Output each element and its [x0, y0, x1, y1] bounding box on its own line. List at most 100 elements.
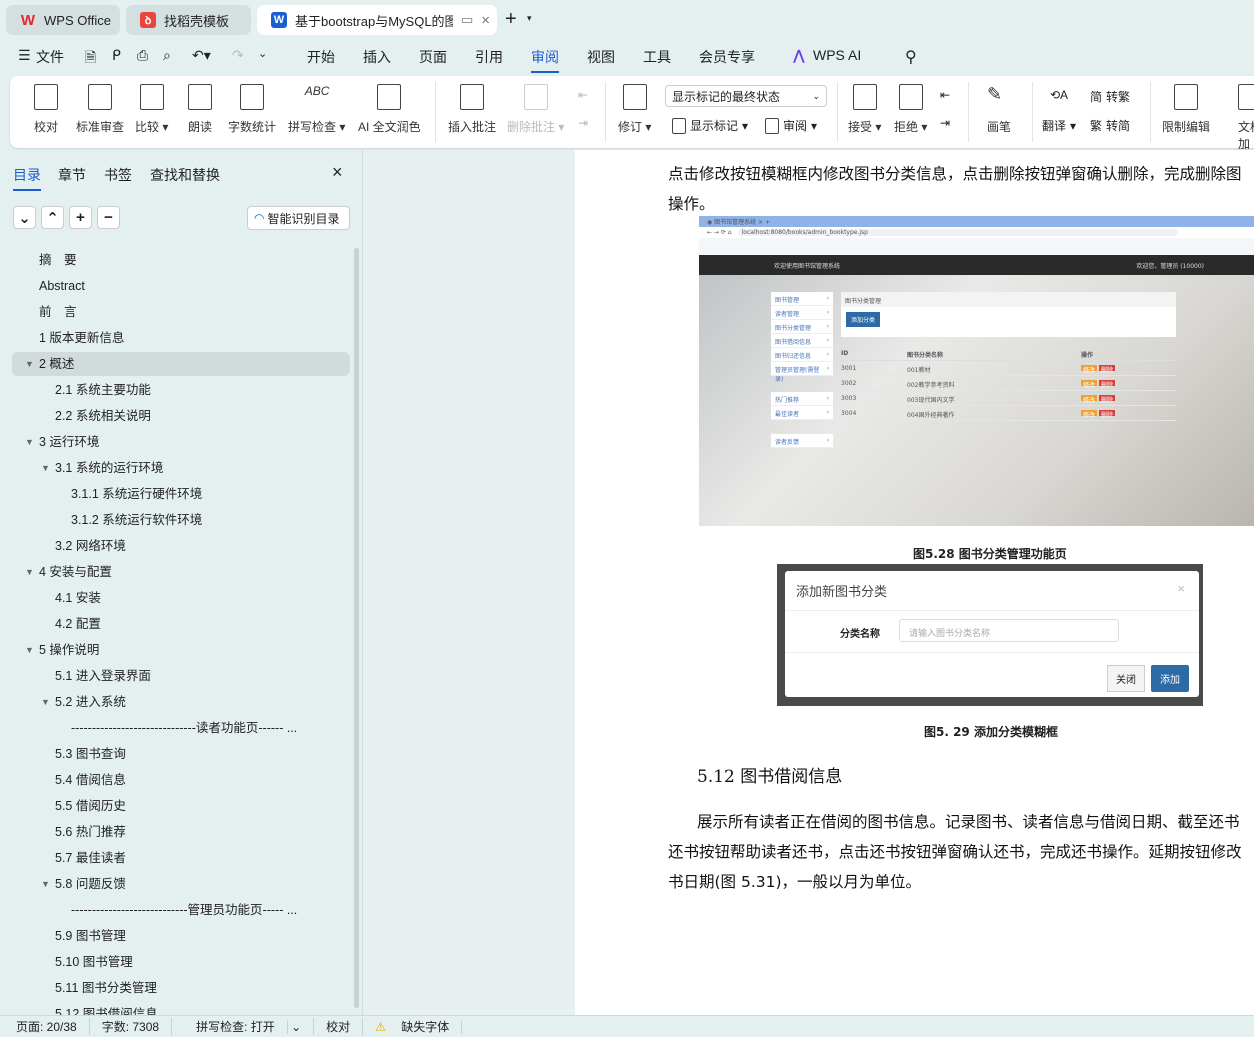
tab-document[interactable]: W 基于bootstrap与MySQL的图 ▭ × — [257, 5, 497, 35]
fig-menu-item: 图书管理 › — [771, 292, 833, 306]
prev-comment-icon[interactable]: ⇤ — [578, 88, 588, 102]
fig-table-row: 3004 004国外经典著作 修改 删除 — [841, 406, 1176, 421]
next-comment-icon[interactable]: ⇥ — [578, 116, 588, 130]
word-count[interactable]: 字数: 7308 — [90, 1018, 173, 1035]
menu-wps-ai[interactable]: WPS AI — [813, 47, 861, 63]
word-doc-icon: W — [271, 12, 287, 28]
doc-encrypt-button[interactable]: 文档加 — [1238, 84, 1254, 152]
tab-toc[interactable]: 目录 — [13, 165, 41, 191]
menu-reference[interactable]: 引用 — [475, 47, 503, 67]
tab-list-chevron-icon[interactable]: ▾ — [527, 13, 532, 24]
to-simplified-button[interactable]: 繁转简 — [1090, 117, 1130, 134]
menu-bar: ☰ 文件 🗎 ᑭ ⎙ ⌕ ↶▾ ↷ ⌄ 开始 插入 页面 引用 审阅 视图 工具… — [0, 38, 1254, 74]
close-tab-icon[interactable]: × — [481, 12, 490, 29]
track-changes-icon — [622, 84, 647, 110]
standard-review-button[interactable]: 标准审查 — [76, 84, 124, 135]
to-traditional-button[interactable]: 简转繁 — [1090, 88, 1130, 105]
tab-docer[interactable]: ꝺ 找稻壳模板 — [126, 5, 251, 35]
word-count-icon — [240, 84, 264, 110]
proofread-icon — [34, 84, 58, 110]
accept-icon — [852, 84, 877, 110]
collapse-down-button[interactable]: ⌄ — [13, 206, 36, 229]
pen-icon: ✎ — [987, 84, 1003, 104]
menu-file[interactable]: 文件 — [36, 47, 64, 67]
spell-check-button[interactable]: ABC 拼写检查 ▾ — [288, 84, 345, 135]
delete-comment-icon — [523, 84, 548, 110]
paragraph-line: 展示所有读者正在借阅的图书信息。记录图书、读者信息与借阅日期、截至还书 — [697, 813, 1240, 831]
spell-check-status[interactable]: 拼写检查: 打开 ⌄ — [172, 1018, 315, 1035]
reject-icon — [898, 84, 923, 110]
tab-wps-office[interactable]: W WPS Office — [6, 5, 120, 35]
share-icon[interactable]: ᑭ — [112, 47, 121, 64]
expand-triangle-icon[interactable]: ▼ — [25, 352, 34, 376]
navigation-pane: 目录 章节 书签 查找和替换 × ⌄ ⌃ + − ◠ 智能识别目录 摘 要 Abst… — [0, 150, 363, 1021]
toc-scrollbar[interactable] — [354, 248, 359, 1008]
review-pane-icon — [765, 117, 779, 134]
show-markup-button[interactable]: 显示标记 ▾ — [672, 117, 748, 134]
pen-button[interactable]: ✎ 画笔 — [987, 84, 1011, 135]
lock-doc-icon — [1174, 84, 1198, 110]
print-preview-icon[interactable]: ⌕ — [163, 47, 171, 64]
menu-tools[interactable]: 工具 — [643, 47, 671, 67]
toc-item[interactable]: ▼ 2 概述 — [12, 352, 350, 376]
markup-display-select[interactable]: 显示标记的最终状态 ⌄ — [665, 85, 827, 107]
accept-button[interactable]: 接受 ▾ — [848, 84, 881, 135]
expand-triangle-icon[interactable]: ▼ — [41, 690, 50, 714]
expand-up-button[interactable]: ⌃ — [41, 206, 64, 229]
status-bar: 页面: 20/38 字数: 7308 拼写检查: 打开 ⌄ 校对 ⚠ 缺失字体 — [0, 1015, 1254, 1037]
add-level-button[interactable]: + — [69, 206, 92, 229]
expand-triangle-icon[interactable]: ▼ — [41, 456, 50, 480]
menu-review[interactable]: 审阅 — [531, 47, 559, 73]
restrict-edit-button[interactable]: 限制编辑 — [1162, 84, 1210, 135]
monitor-icon[interactable]: ▭ — [461, 12, 473, 28]
translate-button[interactable]: 翻译 ▾ — [1042, 117, 1076, 134]
delete-comment-button[interactable]: 删除批注 ▾ — [507, 84, 564, 135]
save-icon[interactable]: 🗎 — [85, 47, 96, 71]
close-pane-icon[interactable]: × — [332, 162, 343, 183]
menu-view[interactable]: 视图 — [587, 47, 615, 67]
read-aloud-button[interactable]: 朗读 — [188, 84, 212, 135]
insert-comment-button[interactable]: 插入批注 — [448, 84, 496, 135]
track-changes-button[interactable]: 修订 ▾ — [618, 84, 651, 135]
menu-start[interactable]: 开始 — [307, 47, 335, 67]
dialog-close-icon: × — [1177, 581, 1185, 596]
traditional-icon: 繁 — [1090, 119, 1103, 133]
expand-triangle-icon[interactable]: ▼ — [25, 560, 34, 584]
proofread-status[interactable]: 校对 — [314, 1018, 364, 1035]
expand-triangle-icon[interactable]: ▼ — [25, 638, 34, 662]
paragraph-line: 操作。 — [668, 195, 715, 213]
menu-member[interactable]: 会员专享 — [699, 47, 755, 67]
missing-font-status[interactable]: ⚠ 缺失字体 — [363, 1018, 474, 1035]
reject-button[interactable]: 拒绝 ▾ — [894, 84, 927, 135]
tab-find-replace[interactable]: 查找和替换 — [150, 165, 220, 185]
tab-bookmarks[interactable]: 书签 — [104, 165, 132, 185]
word-count-button[interactable]: 字数统计 — [228, 84, 276, 135]
menu-insert[interactable]: 插入 — [363, 47, 391, 67]
undo-icon[interactable]: ↶▾ — [192, 47, 211, 64]
menu-page[interactable]: 页面 — [419, 47, 447, 67]
fig-menu-item: 热门推荐 › — [771, 392, 833, 406]
ai-polish-button[interactable]: AI 全文润色 — [358, 84, 421, 135]
new-tab-button[interactable]: + — [505, 8, 517, 31]
page-indicator[interactable]: 页面: 20/38 — [0, 1018, 90, 1035]
proofread-button[interactable]: 校对 — [34, 84, 58, 135]
redo-icon[interactable]: ↷ — [232, 47, 244, 64]
fig-menu-item: 图书分类管理 › — [771, 320, 833, 334]
expand-triangle-icon[interactable]: ▼ — [41, 872, 50, 896]
smart-toc-button[interactable]: ◠ 智能识别目录 — [247, 206, 350, 230]
more-chevron-icon[interactable]: ⌄ — [258, 47, 267, 60]
section-heading: 5.12 图书借阅信息 — [697, 767, 843, 787]
next-change-icon[interactable]: ⇥ — [940, 116, 950, 130]
remove-level-button[interactable]: − — [97, 206, 120, 229]
paragraph-line: 还书按钮帮助读者还书，点击还书按钮弹窗确认还书，完成还书操作。延期按钮修改 — [668, 843, 1242, 861]
compare-button[interactable]: 比较 ▾ — [135, 84, 168, 135]
search-icon[interactable]: ⚲ — [905, 47, 917, 67]
prev-change-icon[interactable]: ⇤ — [940, 88, 950, 102]
tab-chapters[interactable]: 章节 — [58, 165, 86, 185]
expand-triangle-icon[interactable]: ▼ — [25, 430, 34, 454]
warning-icon: ⚠ — [375, 1020, 386, 1034]
review-pane-button[interactable]: 审阅 ▾ — [765, 117, 817, 134]
print-icon[interactable]: ⎙ — [137, 47, 148, 64]
hamburger-icon[interactable]: ☰ — [18, 47, 31, 64]
read-aloud-icon — [188, 84, 212, 110]
